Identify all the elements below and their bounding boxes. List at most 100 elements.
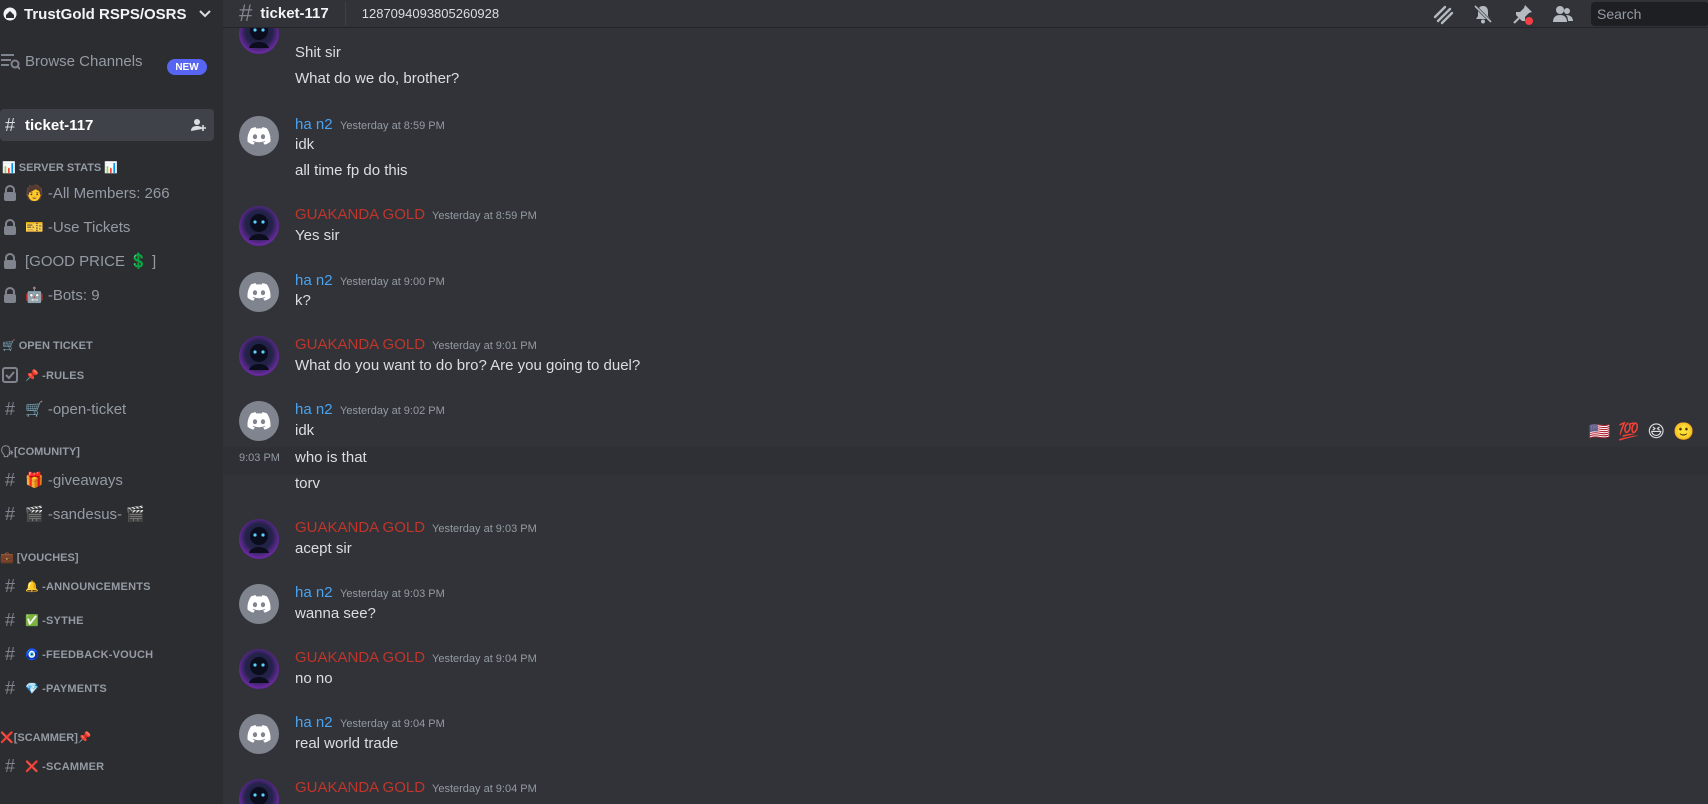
message-author[interactable]: ha n2 [295,116,333,133]
avatar[interactable] [239,401,279,441]
sidebar-item-open-ticket[interactable]: # 🛒 -open-ticket [0,398,223,420]
message-text: wanna see? [295,605,376,622]
sidebar-item-rules[interactable]: 📌 -RULES [0,364,223,386]
reaction-laughing[interactable]: 😆 [1647,422,1665,442]
channel-header: # ticket-117 1287094093805260928 Search [223,0,1708,28]
message-timestamp: Yesterday at 9:03 PM [432,523,537,535]
server-header[interactable]: TrustGold RSPS/OSRS [0,0,223,28]
header-toolbar: Search [1431,0,1708,28]
new-badge: NEW [167,59,207,75]
message-timestamp: Yesterday at 9:03 PM [340,588,445,600]
sidebar-item-bots[interactable]: 🤖 -Bots: 9 [0,284,223,306]
category-community[interactable]: 🗣[COMUNITY] [0,444,223,458]
sidebar-item-label: 🎫 -Use Tickets [25,219,131,236]
threads-icon[interactable] [1431,2,1455,26]
sidebar-item-label: 🤖 -Bots: 9 [25,287,100,304]
reaction-smile[interactable]: 🙂 [1673,422,1694,442]
sidebar-item-label: 🛒 -open-ticket [25,401,127,418]
sidebar-item-use-tickets[interactable]: 🎫 -Use Tickets [0,216,223,238]
message-text: no no [295,670,333,687]
message-text: acept sir [295,540,352,557]
reaction-hundred[interactable]: 💯 [1618,422,1639,442]
sidebar-item-good-price[interactable]: [GOOD PRICE 💲 ] [0,250,223,272]
category-label: 💼 [VOUCHES] [0,551,79,564]
browse-channels-icon [0,51,20,71]
sidebar-item-feedback-vouch[interactable]: # 🧿 -FEEDBACK-VOUCH [0,643,223,665]
quick-reaction-bar: 🇺🇸 💯 😆 🙂 [1589,422,1702,442]
message-author[interactable]: GUAKANDA GOLD [295,336,425,353]
avatar[interactable] [239,272,279,312]
avatar[interactable] [239,116,279,156]
lock-icon [0,183,20,203]
category-vouches[interactable]: 💼 [VOUCHES] [0,550,223,564]
message-author[interactable]: ha n2 [295,272,333,289]
avatar[interactable] [239,28,279,54]
pin-icon[interactable] [1511,2,1535,26]
message-author[interactable]: GUAKANDA GOLD [295,206,425,223]
sidebar-item-giveaways[interactable]: # 🎁 -giveaways [0,469,223,491]
avatar[interactable] [239,336,279,376]
hash-icon: # [239,0,253,27]
channel-topic: 1287094093805260928 [361,6,500,21]
message-timestamp: Yesterday at 8:59 PM [432,210,537,222]
hash-icon: # [4,503,15,524]
category-open-ticket[interactable]: 🛒 OPEN TICKET [0,338,223,352]
avatar[interactable] [239,779,279,804]
category-label: 📊 SERVER STATS 📊 [2,161,119,174]
server-home-icon [2,6,18,22]
browse-channels[interactable]: Browse Channels NEW [0,50,223,75]
message-text: real world trade [295,735,399,752]
message-text: What do you want to do bro? Are you goin… [295,357,641,374]
sidebar-item-label: 🧿 -FEEDBACK-VOUCH [25,648,154,661]
sidebar-item-scammer[interactable]: # ❌ -SCAMMER [0,755,223,777]
avatar[interactable] [239,519,279,559]
message-timestamp: Yesterday at 9:04 PM [432,783,537,795]
chevron-down-icon [198,7,211,21]
hover-timestamp: 9:03 PM [239,452,280,464]
lock-icon [0,285,20,305]
sidebar-item-announcements[interactable]: # 🔔 -ANNOUNCEMENTS [0,575,223,597]
category-server-stats[interactable]: 📊 SERVER STATS 📊 [0,160,223,174]
message-text: idk [295,422,315,439]
message-author[interactable]: ha n2 [295,584,333,601]
avatar[interactable] [239,584,279,624]
sidebar-item-ticket-117[interactable]: # ticket-117 [0,114,223,136]
message-text: all time fp do this [295,162,408,179]
sidebar-item-all-members[interactable]: 🧑 -All Members: 266 [0,182,223,204]
message-author[interactable]: GUAKANDA GOLD [295,779,425,796]
avatar[interactable] [239,714,279,754]
search-input[interactable]: Search [1591,2,1708,26]
reaction-flag-us[interactable]: 🇺🇸 [1589,422,1610,442]
message-author[interactable]: GUAKANDA GOLD [295,519,425,536]
category-label: 🗣[COMUNITY] [0,445,80,458]
server-name: TrustGold RSPS/OSRS [24,5,187,23]
sidebar-item-sythe[interactable]: # ✅ -SYTHE [0,609,223,631]
channel-title: ticket-117 [260,5,329,22]
avatar[interactable] [239,206,279,246]
message-author[interactable]: ha n2 [295,401,333,418]
category-label: ❌[SCAMMER]📌 [0,731,92,744]
message-timestamp: Yesterday at 9:04 PM [340,718,445,730]
avatar[interactable] [239,649,279,689]
message-author[interactable]: GUAKANDA GOLD [295,649,425,666]
category-scammer[interactable]: ❌[SCAMMER]📌 [0,730,223,744]
sidebar-item-payments[interactable]: # 💎 -PAYMENTS [0,677,223,699]
sidebar-item-label: [GOOD PRICE 💲 ] [25,253,157,270]
member-list-icon[interactable] [1551,2,1575,26]
message-author[interactable]: ha n2 [295,714,333,731]
message-list: Shit sir What do we do, brother? ha n2 Y… [223,28,1708,804]
message-timestamp: Yesterday at 8:59 PM [340,120,445,132]
sidebar-item-label: ticket-117 [25,116,94,134]
lock-icon [0,251,20,271]
sidebar-item-label: 🎬 -sandesus- 🎬 [25,506,145,523]
sidebar-item-label: 🎁 -giveaways [25,472,123,489]
sidebar-item-sandesus[interactable]: # 🎬 -sandesus- 🎬 [0,503,223,525]
hovered-message-bg [223,447,1708,475]
sidebar-item-label: ❌ -SCAMMER [25,760,105,773]
message-text: idk [295,136,315,153]
notification-muted-icon[interactable] [1471,2,1495,26]
hash-icon: # [4,643,15,664]
add-member-icon[interactable] [190,117,206,138]
message-text: Shit sir [295,44,341,61]
hash-icon: # [4,677,15,698]
